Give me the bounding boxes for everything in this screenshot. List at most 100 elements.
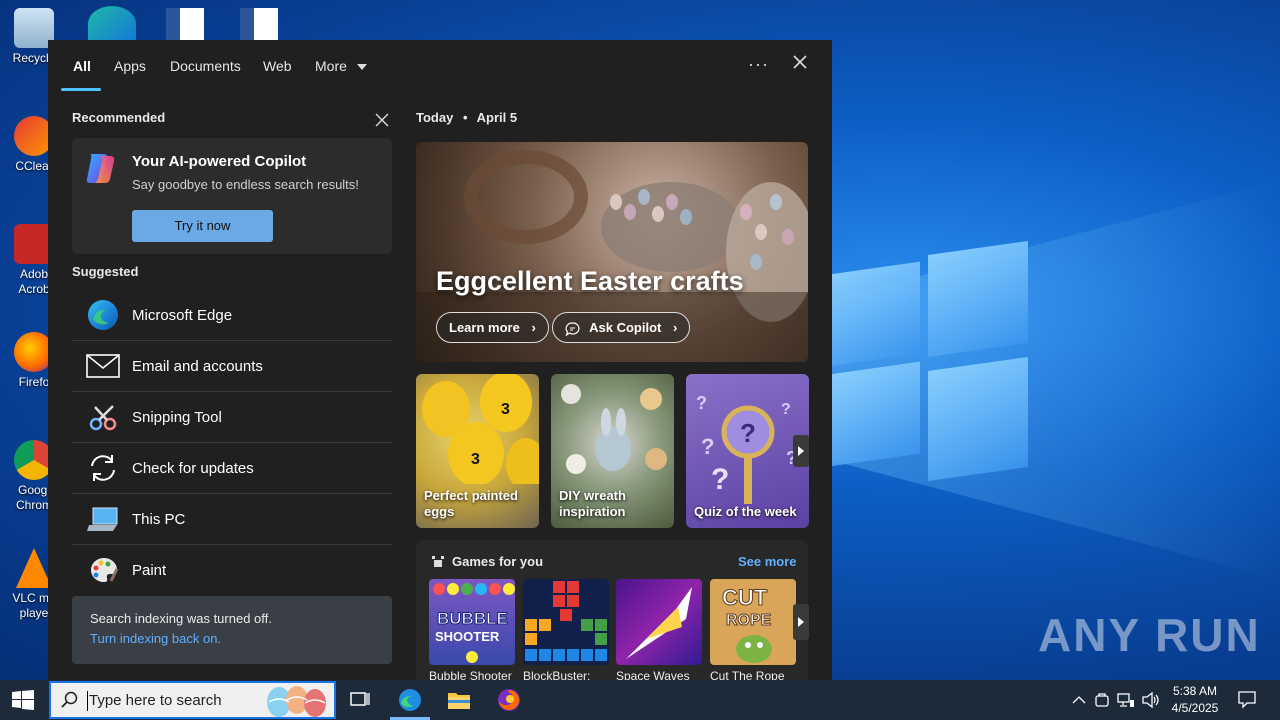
right-column: Today • April 5 Eggcellent Easter crafts… — [416, 110, 812, 680]
notifications-icon[interactable] — [1238, 691, 1256, 709]
search-input[interactable]: Type here to search — [89, 692, 222, 709]
edge-icon — [86, 298, 120, 332]
try-it-now-button[interactable]: Try it now — [132, 210, 273, 242]
hero-title: Eggcellent Easter crafts — [436, 266, 744, 296]
firefox-taskbar-icon[interactable] — [497, 688, 521, 712]
vlc-icon — [16, 548, 52, 588]
indexing-notice-text: Search indexing was turned off. — [90, 611, 272, 626]
tile-wreath[interactable]: DIY wreath inspiration — [551, 374, 674, 528]
security-app-icon[interactable] — [1094, 692, 1110, 708]
learn-more-button[interactable]: Learn more › — [436, 312, 549, 343]
game-name: Bubble Shooter — [429, 669, 512, 680]
game-space-waves[interactable] — [616, 579, 702, 665]
snipping-tool-icon — [86, 400, 120, 434]
chat-bubble-icon — [565, 321, 580, 337]
word-document-icon[interactable] — [240, 8, 278, 40]
easter-eggs-search-highlight-icon — [267, 686, 326, 717]
tab-all[interactable]: All — [73, 58, 91, 74]
suggested-item-this-pc[interactable]: This PC — [72, 494, 392, 545]
suggested-item-paint[interactable]: Paint — [72, 545, 392, 596]
games-icon — [432, 556, 444, 567]
show-hidden-icons-chevron[interactable] — [1072, 695, 1086, 705]
suggested-item-label: Check for updates — [132, 459, 254, 477]
volume-icon[interactable] — [1142, 692, 1160, 708]
tab-documents[interactable]: Documents — [170, 58, 241, 74]
tile-label: Quiz of the week — [694, 504, 797, 519]
taskbar-search-box[interactable]: Type here to search — [49, 681, 336, 719]
wreath-image — [561, 384, 667, 474]
games-heading: Games for you — [452, 554, 544, 569]
copilot-title: Your AI-powered Copilot — [132, 153, 307, 170]
hero-card-easter-crafts[interactable]: Eggcellent Easter crafts Learn more › As… — [416, 142, 808, 362]
games-next-button[interactable] — [793, 604, 809, 640]
chevron-right-icon — [798, 446, 804, 456]
paint-palette-icon — [86, 554, 120, 588]
turn-indexing-on-link[interactable]: Turn indexing back on. — [90, 631, 374, 646]
close-icon[interactable] — [790, 52, 810, 72]
svg-text:?: ? — [701, 434, 714, 459]
svg-text:?: ? — [696, 393, 707, 413]
suggested-item-email-accounts[interactable]: Email and accounts — [72, 341, 392, 392]
suggested-item-label: Snipping Tool — [132, 408, 222, 426]
tab-more[interactable]: More — [315, 58, 367, 74]
suggested-item-snipping-tool[interactable]: Snipping Tool — [72, 392, 392, 443]
game-cut-the-rope[interactable]: CUT ROPE — [710, 579, 796, 665]
word-document-icon[interactable] — [166, 8, 204, 40]
suggested-heading: Suggested — [72, 264, 139, 279]
tab-apps[interactable]: Apps — [114, 58, 146, 74]
ask-copilot-label: Ask Copilot — [589, 320, 662, 335]
tab-more-label: More — [315, 58, 347, 74]
cut-the-rope-thumbnail: CUT ROPE — [722, 585, 772, 663]
suggested-item-label: This PC — [132, 510, 186, 528]
search-icon — [61, 691, 78, 708]
suggested-item-microsoft-edge[interactable]: Microsoft Edge — [72, 290, 392, 341]
dismiss-recommended-icon[interactable] — [375, 113, 389, 127]
suggested-item-label: Email and accounts — [132, 357, 263, 375]
task-view-icon[interactable] — [348, 688, 372, 712]
suggested-list: Microsoft Edge Email and accounts Snippi… — [72, 290, 392, 596]
network-icon[interactable] — [1117, 692, 1135, 708]
suggested-item-check-updates[interactable]: Check for updates — [72, 443, 392, 494]
tile-label: DIY wreath inspiration — [559, 488, 626, 519]
game-name: Cut The Rope — [710, 669, 785, 680]
copilot-subtitle: Say goodbye to endless search results! — [132, 177, 359, 192]
date-separator: • — [462, 110, 468, 125]
emoji-eggs-image: 33 — [422, 374, 539, 484]
more-options-button[interactable]: ··· — [748, 54, 769, 75]
left-column: Recommended Your AI-powered Copilot Say … — [72, 110, 392, 664]
tile-quiz[interactable]: ????? ? Quiz of the week — [686, 374, 809, 528]
search-tabs: All Apps Documents Web More ··· — [48, 40, 832, 92]
caret-down-icon — [356, 64, 367, 71]
svg-text:3: 3 — [501, 401, 510, 418]
game-blockbuster[interactable] — [523, 579, 609, 665]
game-name: BlockBuster: — [523, 669, 591, 680]
news-tiles: 33 Perfect painted eggs DIY wreath inspi… — [416, 374, 812, 528]
edge-desktop-icon[interactable] — [88, 6, 136, 42]
tiles-next-button[interactable] — [793, 435, 809, 467]
today-date: April 5 — [476, 110, 518, 125]
edge-taskbar-icon[interactable] — [398, 688, 422, 712]
blockbuster-thumbnail — [525, 581, 607, 661]
svg-text:ROPE: ROPE — [726, 612, 772, 629]
windows-start-icon[interactable] — [12, 690, 34, 710]
file-explorer-icon[interactable] — [447, 688, 471, 712]
search-caret — [87, 691, 88, 711]
indexing-notice: Search indexing was turned off. Turn ind… — [72, 596, 392, 664]
chevron-right-icon: › — [673, 320, 678, 335]
clock-date: 4/5/2025 — [1171, 701, 1219, 715]
ask-copilot-button[interactable]: Ask Copilot › — [552, 312, 691, 343]
tile-painted-eggs[interactable]: 33 Perfect painted eggs — [416, 374, 539, 528]
see-more-link[interactable]: See more — [738, 554, 797, 569]
svg-text:SHOOTER: SHOOTER — [435, 629, 500, 644]
taskbar-clock[interactable]: 5:38 AM 4/5/2025 — [1164, 683, 1226, 717]
taskbar: Type here to search 5:38 AM 4/5/2025 — [0, 680, 1280, 720]
magnifier-question-image: ????? ? — [696, 393, 797, 504]
suggested-item-label: Microsoft Edge — [132, 306, 233, 324]
tab-web[interactable]: Web — [263, 58, 292, 74]
today-label: Today — [416, 110, 454, 125]
refresh-icon — [86, 451, 120, 485]
game-bubble-shooter[interactable]: BUBBLE SHOOTER — [429, 579, 515, 665]
games-section: Games for you See more BUBBLE SHOOTER CU… — [416, 540, 809, 680]
svg-text:BUBBLE: BUBBLE — [437, 609, 508, 628]
suggested-item-label: Paint — [132, 562, 167, 579]
